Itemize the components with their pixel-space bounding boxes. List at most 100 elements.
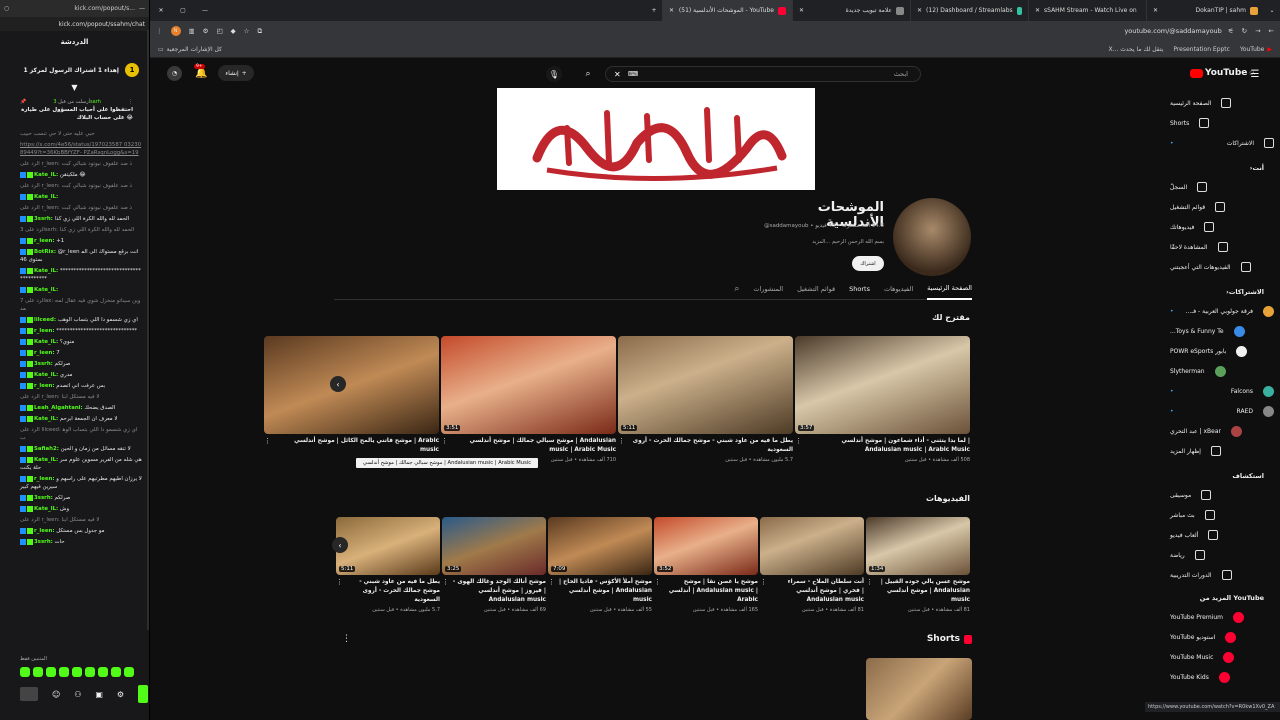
sidebar-item[interactable]: موسيقى [1170, 488, 1274, 502]
close-tab-icon[interactable]: ✕ [917, 7, 922, 14]
sidebar-section-title[interactable]: المزيد من YouTube [1200, 594, 1264, 602]
microphone-icon[interactable]: 🎙 [546, 66, 562, 82]
sidebar-item[interactable]: السجلّ [1170, 180, 1274, 194]
video-thumbnail[interactable] [264, 336, 439, 434]
sidebar-item[interactable]: فيديوهاتك [1170, 220, 1274, 234]
bookmark-youtube[interactable]: YouTube [1240, 46, 1264, 53]
sidebar-item[interactable]: Falcons • [1170, 384, 1274, 398]
tab-videos[interactable]: الفيديوهات [884, 285, 913, 293]
youtube-logo[interactable]: YouTube SA [1190, 68, 1255, 78]
new-tab-icon[interactable]: + [646, 7, 662, 14]
sidebar-icon[interactable]: ▥ [189, 27, 195, 35]
pinned-gift-banner[interactable]: 1 إهداء 1 اشتراك الرسول لمركز 1 [10, 53, 139, 87]
restore-icon[interactable]: ▢ [172, 7, 194, 14]
video-title[interactable]: لما بدا يتثنى - أداء شماعون | موشح أندلس… [805, 437, 970, 455]
browser-tab[interactable]: ✕ (51) الموشحات الأندلسية - YouTube [662, 0, 792, 21]
back-icon[interactable]: ← [1269, 27, 1274, 35]
channel-description[interactable]: بسم الله الرحمن الرحيم ...المزيد [710, 239, 884, 245]
video-card[interactable]: 5:11 ⋮ يطل ما فيه من عاود شبني - موشح جمال… [618, 336, 793, 463]
sidebar-item[interactable]: قوائم التشغيل [1170, 200, 1274, 214]
video-card[interactable]: 3:52 ⋮ موشح يا غصن نقا | موشح أندلسي | And… [654, 517, 758, 613]
menu-icon[interactable]: ⋮ [156, 27, 163, 35]
tab-posts[interactable]: المنشورات [753, 285, 783, 293]
sidebar-item[interactable]: بابور POWR eSports [1170, 344, 1274, 358]
emote-icon[interactable] [59, 667, 69, 677]
tab-home[interactable]: الصفحة الرئيسية [927, 278, 972, 300]
settings-icon[interactable]: ⚙ [117, 690, 124, 699]
video-title[interactable]: موشح سبالي جمالك | موشح أندلسي | Andalus… [451, 437, 616, 455]
close-tab-icon[interactable]: ✕ [1153, 7, 1158, 14]
chat-username[interactable]: 3ssrh: [34, 539, 53, 545]
video-thumbnail[interactable]: 1:34 [866, 517, 970, 575]
chat-username[interactable]: Kate_lL: [34, 416, 58, 422]
sidebar-item[interactable]: Shorts [1170, 116, 1274, 130]
sidebar-item[interactable]: فرقة جولوبي العربية - فـ... • [1170, 304, 1274, 318]
more-options-icon[interactable]: ⋮ [760, 578, 767, 613]
video-title[interactable]: يطل ما فيه من عاود شبني - موشح جمالك الح… [346, 578, 440, 605]
tab-shorts[interactable]: Shorts [849, 285, 870, 293]
sidebar-item[interactable]: الدورات التدريبية [1170, 568, 1274, 582]
more-options-icon[interactable]: ⋮ [342, 634, 351, 644]
reload-icon[interactable]: ↻ [1242, 27, 1247, 35]
avatar[interactable]: ◔ [167, 66, 182, 81]
all-bookmarks-link[interactable]: كل الإشارات المرجعية [167, 46, 222, 53]
chat-input-bar[interactable]: ☺ ⚇ ▣ ⚙ [20, 685, 148, 703]
search-button[interactable]: ⌕ [580, 66, 596, 82]
close-window-icon[interactable]: ✕ [150, 7, 172, 14]
emote-icon[interactable] [20, 667, 30, 677]
emote-icon[interactable] [72, 667, 82, 677]
minimize-icon[interactable]: — [194, 7, 216, 14]
channel-avatar[interactable] [893, 198, 971, 276]
chat-username[interactable]: r_leen: [34, 350, 55, 356]
sidebar-item[interactable]: الفيديوهات التي أعجبتني [1170, 260, 1274, 274]
sidebar-item[interactable]: الاشتراكات • [1170, 136, 1274, 150]
profile-icon[interactable]: N [170, 26, 181, 36]
emote-icon[interactable] [85, 667, 95, 677]
video-title[interactable]: موشح فاتني يالمح الكائل | موشح أندلسي | … [274, 437, 439, 455]
video-title[interactable]: أنت سلطان الملاح - سمراء فخري | موشح أند… [770, 578, 864, 605]
sidebar-section-title[interactable]: استكشاف [1232, 472, 1264, 480]
forward-icon[interactable]: → [1255, 27, 1260, 35]
subscribe-button[interactable]: اشتراك [852, 256, 884, 271]
close-tab-icon[interactable]: ✕ [799, 7, 804, 14]
video-card[interactable]: 3:25 ⋮ موشح أنالك الوجد وغالك الهوى - فيرو… [442, 517, 546, 613]
video-thumbnail[interactable] [760, 517, 864, 575]
diamond-icon[interactable]: ◆ [231, 27, 236, 35]
video-card[interactable]: 3:57 ⋮ لما بدا يتثنى - أداء شماعون | موشح … [795, 336, 970, 463]
sidebar-item[interactable]: RAED • [1170, 404, 1274, 418]
chat-username[interactable]: r_leen: [34, 328, 55, 334]
chat-username[interactable]: lilceed: [34, 317, 56, 323]
sidebar-item[interactable]: Toys & Funny Te... [1170, 324, 1274, 338]
emote-icon[interactable] [46, 667, 56, 677]
video-title[interactable]: موشح أنالك الوجد وغالك الهوى - فيروز | م… [452, 578, 546, 605]
more-options-icon[interactable]: ⋮ [336, 578, 343, 613]
star-icon[interactable]: ☆ [244, 27, 250, 35]
video-thumbnail[interactable]: 5:11 [336, 517, 440, 575]
hamburger-menu-icon[interactable]: ☰ [1248, 67, 1262, 81]
chat-username[interactable]: BotRix: [34, 249, 56, 255]
keyboard-icon[interactable]: ⌨ [628, 70, 638, 78]
tune-icon[interactable]: ⚟ [1228, 27, 1234, 35]
short-thumbnail[interactable] [866, 658, 972, 720]
sidebar-item[interactable]: الصفحة الرئيسية [1170, 96, 1274, 110]
search-box[interactable]: ✕ ⌨ ابحث [605, 66, 921, 82]
video-thumbnail[interactable]: 7:09 [548, 517, 652, 575]
video-card[interactable]: 3:51 ⋮ موشح سبالي جمالك | موشح أندلسي | An… [441, 336, 616, 463]
chat-username[interactable]: Safiah2: [34, 446, 59, 452]
emote-icon[interactable] [111, 667, 121, 677]
sidebar-section-title[interactable]: ›الاشتراكات [1226, 288, 1264, 296]
chat-username[interactable]: Kate_lL: [34, 194, 58, 200]
sidebar-item[interactable]: بث مباشر [1170, 508, 1274, 522]
chat-username[interactable]: 3ssrh: [34, 361, 53, 367]
browser-tab[interactable]: ✕ (12) Dashboard / Streamlabs [910, 0, 1028, 21]
close-tab-icon[interactable]: ✕ [1035, 7, 1040, 14]
video-card[interactable]: ⋮ أنت سلطان الملاح - سمراء فخري | موشح أن… [760, 517, 864, 613]
browser-tab[interactable]: ✕ sSAHM Stream - Watch Live on [1028, 0, 1146, 21]
sidebar-item[interactable]: Slytherman [1170, 364, 1274, 378]
more-options-icon[interactable]: ⋮ [264, 437, 271, 457]
gift-icon[interactable]: ▣ [95, 690, 103, 699]
chat-username[interactable]: r_leen: [34, 383, 55, 389]
emote-icon[interactable] [98, 667, 108, 677]
more-options-icon[interactable]: ⋮ [654, 578, 661, 613]
sidebar-item[interactable]: xBear | عبد التحري [1170, 424, 1274, 438]
